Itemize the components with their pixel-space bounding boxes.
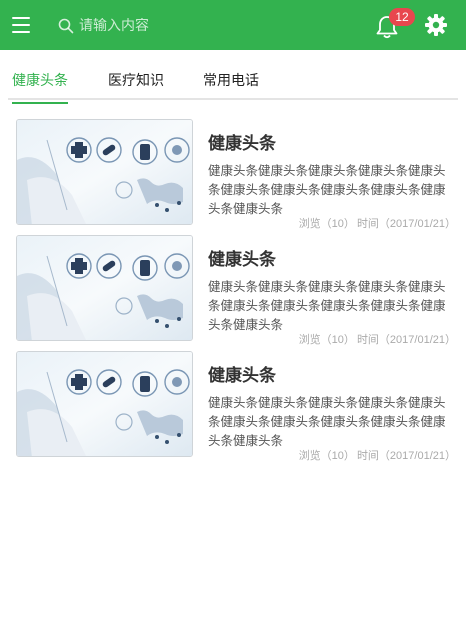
- tab-common-phones[interactable]: 常用电话: [203, 70, 259, 102]
- tab-health-headlines[interactable]: 健康头条: [12, 70, 68, 104]
- article-item[interactable]: 健康头条 健康头条健康头条健康头条健康头条健康头条健康头条健康头条健康头条健康头条…: [16, 351, 460, 462]
- article-thumbnail[interactable]: [16, 119, 193, 225]
- article-title: 健康头条: [208, 250, 276, 270]
- search-bar[interactable]: [58, 14, 318, 38]
- article-meta: 浏览（10） 时间（2017/01/21）: [297, 215, 456, 231]
- article-description: 健康头条健康头条健康头条健康头条健康头条健康头条健康头条健康头条健康头条健康头条…: [208, 395, 446, 448]
- menu-icon[interactable]: [12, 17, 30, 33]
- gear-icon[interactable]: [424, 13, 448, 37]
- article-description: 健康头条健康头条健康头条健康头条健康头条健康头条健康头条健康头条健康头条健康头条…: [208, 279, 446, 332]
- article-meta: 浏览（10） 时间（2017/01/21）: [297, 331, 456, 347]
- search-icon: [58, 18, 74, 34]
- article-item[interactable]: 健康头条 健康头条健康头条健康头条健康头条健康头条健康头条健康头条健康头条健康头条…: [16, 119, 460, 230]
- search-input[interactable]: [79, 18, 299, 34]
- article-thumbnail[interactable]: [16, 235, 193, 341]
- article-item[interactable]: 健康头条 健康头条健康头条健康头条健康头条健康头条健康头条健康头条健康头条健康头条…: [16, 235, 460, 346]
- publish-time: 时间（2017/01/21）: [356, 218, 456, 230]
- tab-medical-knowledge[interactable]: 医疗知识: [108, 70, 164, 102]
- view-count: 浏览（10）: [298, 218, 355, 230]
- publish-time: 时间（2017/01/21）: [356, 334, 456, 346]
- article-thumbnail[interactable]: [16, 351, 193, 457]
- article-title: 健康头条: [208, 366, 276, 386]
- view-count: 浏览（10）: [298, 334, 355, 346]
- top-app-bar: 12: [0, 0, 466, 50]
- view-count: 浏览（10）: [298, 450, 355, 462]
- category-tabs: 健康头条 医疗知识 常用电话: [8, 60, 458, 104]
- publish-time: 时间（2017/01/21）: [356, 450, 456, 462]
- article-title: 健康头条: [208, 134, 276, 154]
- article-meta: 浏览（10） 时间（2017/01/21）: [297, 447, 456, 463]
- notification-badge: 12: [389, 8, 415, 26]
- article-description: 健康头条健康头条健康头条健康头条健康头条健康头条健康头条健康头条健康头条健康头条…: [208, 163, 446, 216]
